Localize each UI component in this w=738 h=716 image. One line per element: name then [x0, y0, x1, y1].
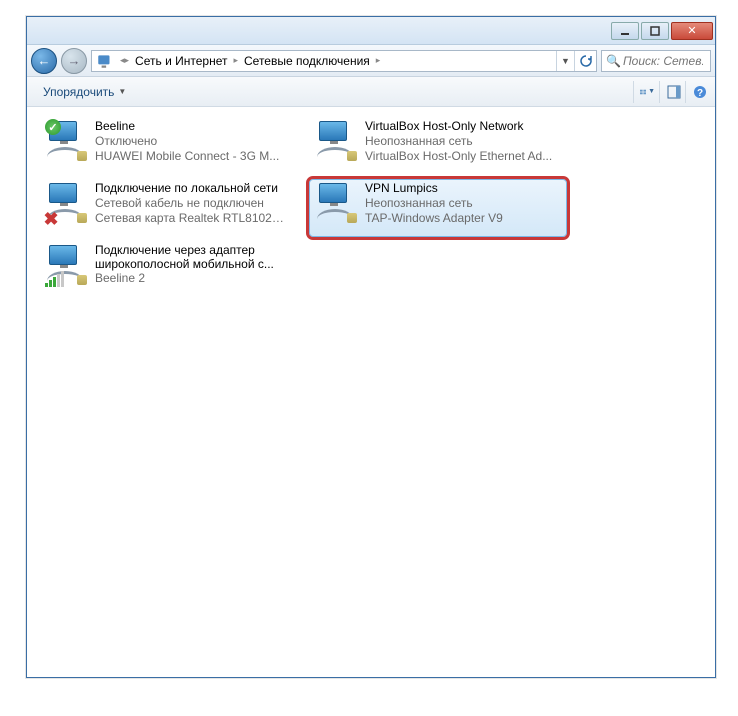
breadcrumb-seg-2[interactable]: Сетевые подключения	[240, 51, 374, 71]
breadcrumb-chevron-icon: ▸	[231, 55, 240, 66]
network-adapter-icon	[45, 243, 89, 287]
toolbar: Упорядочить ▼ ▼ ?	[27, 77, 715, 107]
network-adapter-icon	[315, 181, 359, 225]
connection-status: Сетевой кабель не подключен	[95, 196, 291, 211]
organize-label: Упорядочить	[43, 85, 114, 99]
connection-title: VPN Lumpics	[365, 181, 561, 196]
connection-title: Подключение через адаптер широкополосной…	[95, 243, 291, 271]
preview-pane-button[interactable]	[659, 81, 681, 103]
connection-detail: HUAWEI Mobile Connect - 3G M...	[95, 149, 291, 164]
connection-title: Beeline	[95, 119, 291, 134]
view-options-button[interactable]: ▼	[633, 81, 655, 103]
chevron-down-icon: ▼	[118, 87, 126, 96]
connection-status: Отключено	[95, 134, 291, 149]
connection-detail: TAP-Windows Adapter V9	[365, 211, 561, 226]
location-icon	[96, 52, 114, 70]
breadcrumb-chevron-icon: ▸	[374, 55, 383, 66]
forward-button: →	[61, 48, 87, 74]
signal-bars-icon	[45, 271, 64, 287]
close-button[interactable]: ✕	[671, 22, 713, 40]
connection-item[interactable]: ✖ Подключение по локальной сетиСетевой ка…	[39, 179, 297, 237]
svg-text:?: ?	[696, 88, 702, 99]
organize-button[interactable]: Упорядочить ▼	[35, 81, 134, 103]
connection-detail: VirtualBox Host-Only Ethernet Ad...	[365, 149, 561, 164]
minimize-button[interactable]	[611, 22, 639, 40]
content-area: ✓ BeelineОтключеноHUAWEI Mobile Connect -…	[27, 109, 715, 677]
refresh-button[interactable]	[574, 51, 596, 71]
connection-item[interactable]: ✓ BeelineОтключеноHUAWEI Mobile Connect -…	[39, 117, 297, 175]
back-button[interactable]: ←	[31, 48, 57, 74]
nav-bar: ← → ◂▸ Сеть и Интернет ▸ Сетевые подключ…	[27, 45, 715, 77]
explorer-window: ✕ ← → ◂▸ Сеть и Интернет ▸ Сетевые подкл…	[26, 16, 716, 678]
status-ok-icon: ✓	[45, 119, 61, 135]
toolbar-right: ▼ ?	[633, 81, 707, 103]
connection-status: Beeline 2	[95, 271, 291, 286]
titlebar: ✕	[27, 17, 715, 45]
search-input[interactable]	[623, 54, 703, 68]
address-dropdown-button[interactable]: ▼	[556, 51, 574, 71]
maximize-button[interactable]	[641, 22, 669, 40]
connection-item[interactable]: VPN LumpicsНеопознанная сетьTAP-Windows …	[309, 179, 567, 237]
connection-title: VirtualBox Host-Only Network	[365, 119, 561, 134]
breadcrumb-separator-icon: ◂▸	[118, 55, 131, 66]
breadcrumb-seg-1[interactable]: Сеть и Интернет	[131, 51, 231, 71]
connection-status: Неопознанная сеть	[365, 134, 561, 149]
address-bar[interactable]: ◂▸ Сеть и Интернет ▸ Сетевые подключения…	[91, 50, 597, 72]
search-box[interactable]: 🔍	[601, 50, 711, 72]
help-button[interactable]: ?	[685, 81, 707, 103]
status-error-icon: ✖	[43, 211, 59, 227]
connection-title: Подключение по локальной сети	[95, 181, 291, 196]
connection-detail: Сетевая карта Realtek RTL8102E/...	[95, 211, 291, 226]
connection-item[interactable]: Подключение через адаптер широкополосной…	[39, 241, 297, 299]
network-adapter-icon	[315, 119, 359, 163]
network-adapter-icon: ✖	[45, 181, 89, 225]
network-adapter-icon: ✓	[45, 119, 89, 163]
connections-list: ✓ BeelineОтключеноHUAWEI Mobile Connect -…	[27, 115, 715, 301]
connection-item[interactable]: VirtualBox Host-Only NetworkНеопознанная…	[309, 117, 567, 175]
search-icon: 🔍	[606, 54, 621, 68]
connection-status: Неопознанная сеть	[365, 196, 561, 211]
